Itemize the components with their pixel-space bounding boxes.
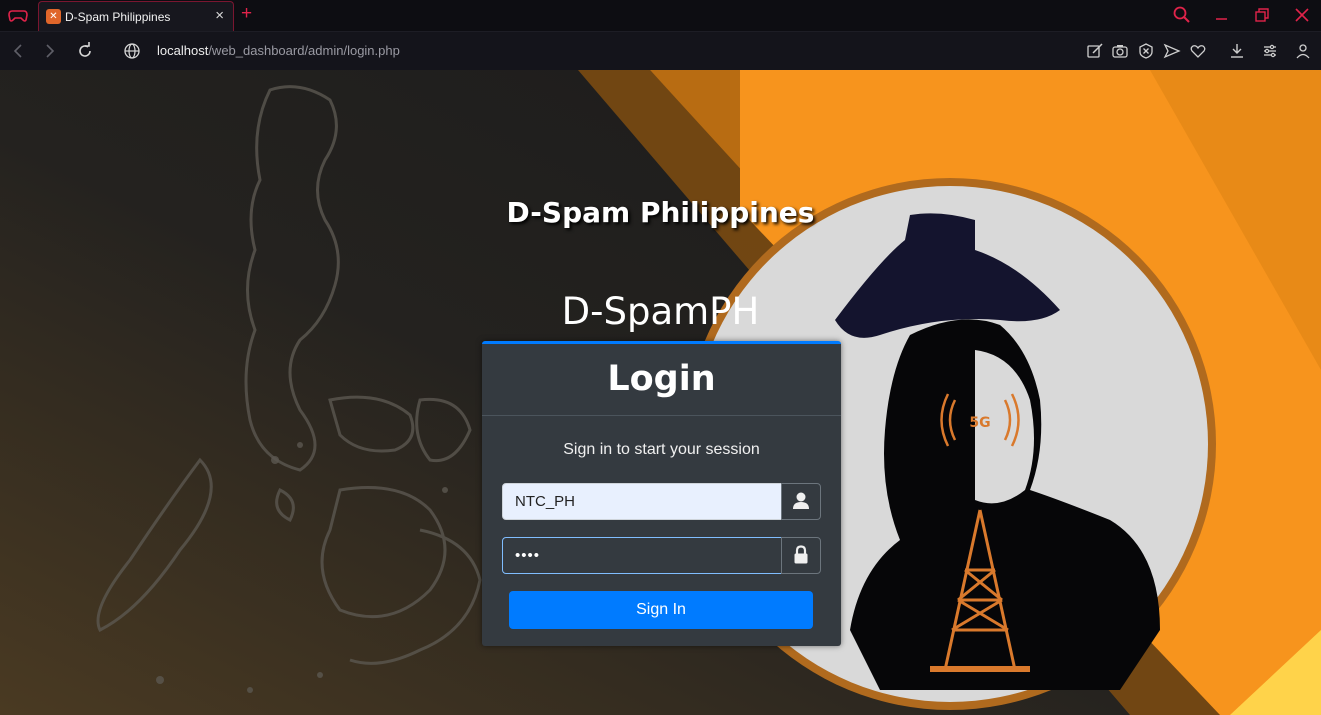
edit-icon[interactable] [1086,42,1104,60]
camera-icon[interactable] [1111,42,1129,60]
url-host: localhost [157,43,209,58]
restore-icon[interactable] [1252,5,1272,25]
forward-icon[interactable] [40,41,60,61]
username-group [502,483,821,520]
search-icon[interactable] [1172,5,1192,25]
settings-icon[interactable] [1261,42,1279,60]
user-icon [793,492,809,509]
password-addon [781,537,821,574]
plus-icon[interactable]: + [241,3,252,25]
heart-icon[interactable] [1189,42,1207,60]
gx-controller-icon[interactable] [8,7,28,24]
back-icon[interactable] [8,41,28,61]
window-close-icon[interactable] [1292,5,1312,25]
profile-icon[interactable] [1294,42,1312,60]
brand-code: D-SpamPH [561,290,760,333]
download-icon[interactable] [1228,42,1246,60]
login-heading: Login [607,359,716,399]
browser-tab-bar: ✕ D-Spam Philippines × + [0,0,1321,31]
sign-in-button[interactable]: Sign In [509,591,813,629]
password-group [502,537,821,574]
login-message: Sign in to start your session [563,441,760,458]
login-page: 5G D-Spam Philippines D-SpamPH Login Sig… [0,70,1321,715]
send-icon[interactable] [1163,42,1181,60]
username-input[interactable] [502,483,782,520]
shield-icon[interactable] [1137,42,1155,60]
url-path: /web_dashboard/admin/login.php [208,43,400,58]
password-input[interactable] [502,537,782,574]
xampp-favicon: ✕ [46,9,61,24]
username-addon [781,483,821,520]
close-icon[interactable]: × [215,8,224,24]
lock-icon [794,545,808,564]
globe-icon[interactable] [122,41,142,61]
tab-title: D-Spam Philippines [65,10,171,24]
url-field[interactable]: localhost/web_dashboard/admin/login.php [157,43,400,58]
minimize-icon[interactable] [1212,5,1232,25]
active-tab[interactable]: ✕ D-Spam Philippines × [38,1,234,31]
address-bar: localhost/web_dashboard/admin/login.php [0,31,1321,70]
brand-name: D-Spam Philippines [506,196,815,229]
logo-5g-text: 5G [969,415,990,431]
login-card: Login Sign in to start your session Sign… [482,341,841,646]
login-card-header: Login [482,344,841,416]
reload-icon[interactable] [75,41,95,61]
